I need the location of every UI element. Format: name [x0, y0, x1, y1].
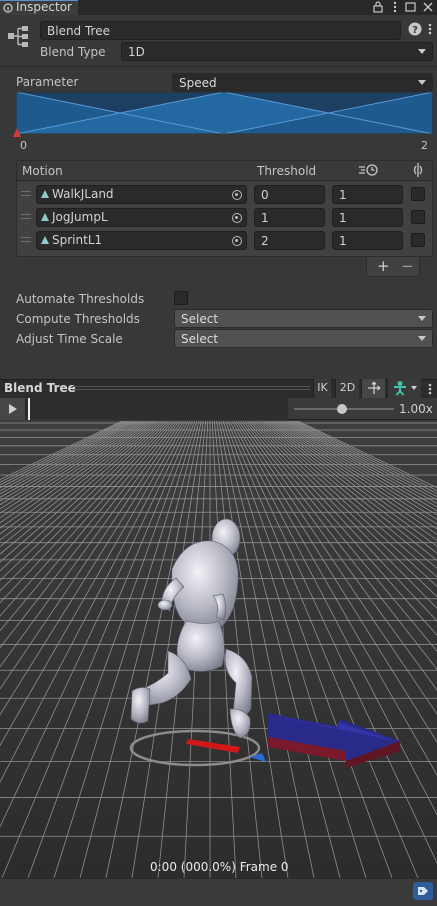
drag-handle[interactable]	[21, 237, 31, 242]
mirror-icon	[413, 163, 423, 177]
svg-text:?: ?	[412, 25, 418, 36]
label-tag-button[interactable]	[413, 882, 433, 900]
blend-tree-icon	[8, 26, 28, 47]
lock-icon[interactable]	[373, 1, 383, 13]
adjust-time-scale-value: Select	[181, 332, 219, 346]
object-picker-icon[interactable]	[232, 213, 242, 223]
parameter-dropdown[interactable]: Speed	[172, 73, 433, 92]
animation-clip-icon	[41, 190, 49, 198]
clip-name: WalkJLand	[52, 187, 114, 201]
preview-drag-grip[interactable]	[72, 386, 310, 390]
close-icon[interactable]	[422, 1, 434, 13]
ik-toggle-button[interactable]: IK	[313, 379, 331, 398]
parameter-value: Speed	[179, 76, 217, 90]
name-field[interactable]: Blend Tree	[40, 21, 401, 40]
chevron-down-icon	[418, 80, 426, 85]
adjust-time-scale-dropdown[interactable]: Select	[174, 329, 433, 348]
object-picker-icon[interactable]	[232, 236, 242, 246]
help-icon[interactable]: ?	[408, 22, 422, 36]
clip-name: SprintL1	[52, 233, 103, 247]
parameter-label: Parameter	[16, 75, 79, 89]
automate-thresholds-checkbox[interactable]	[174, 291, 188, 305]
preview-title: Blend Tree	[4, 381, 76, 395]
remove-motion-button[interactable]: −	[401, 257, 414, 275]
list-footer: + −	[366, 257, 420, 277]
divider	[0, 66, 437, 67]
drag-handle[interactable]	[21, 214, 31, 219]
chevron-down-icon	[418, 336, 426, 341]
blend-type-label: Blend Type	[40, 45, 106, 59]
viewport-scene	[0, 421, 437, 878]
preview-menu-icon[interactable]	[426, 382, 434, 396]
chevron-down-icon	[418, 49, 426, 54]
time-scale-field[interactable]: 1	[332, 185, 403, 204]
time-scale-field[interactable]: 1	[332, 208, 403, 227]
timeline-track[interactable]	[26, 398, 288, 420]
info-icon	[3, 3, 13, 13]
adjust-time-scale-label: Adjust Time Scale	[16, 332, 123, 346]
play-button[interactable]	[0, 398, 26, 420]
parameter-marker[interactable]	[12, 128, 22, 138]
motion-clip-field[interactable]: SprintL1	[36, 231, 247, 250]
play-icon	[9, 404, 17, 414]
automate-thresholds-label: Automate Thresholds	[16, 292, 145, 306]
threshold-field[interactable]: 1	[254, 208, 325, 227]
blend-type-dropdown[interactable]: 1D	[121, 42, 433, 61]
preview-status: 0:00 (000.0%) Frame 0	[150, 860, 289, 874]
mirror-checkbox[interactable]	[411, 210, 425, 224]
threshold-field[interactable]: 2	[254, 231, 325, 250]
motion-clip-field[interactable]: WalkJLand	[36, 185, 247, 204]
compute-thresholds-dropdown[interactable]: Select	[174, 309, 433, 328]
timeline-playhead[interactable]	[28, 398, 30, 420]
pivot-toggle-button[interactable]	[361, 379, 385, 398]
object-picker-icon[interactable]	[232, 190, 242, 200]
maximize-icon[interactable]	[405, 1, 417, 13]
compute-thresholds-label: Compute Thresholds	[16, 312, 140, 326]
bottom-bar	[0, 878, 437, 906]
add-motion-button[interactable]: +	[377, 257, 390, 275]
threshold-column-header: Threshold	[257, 164, 317, 178]
2d-toggle-button[interactable]: 2D	[335, 379, 359, 398]
avatar-dropdown-button[interactable]	[387, 379, 421, 398]
tag-icon	[418, 887, 428, 895]
blend-graph[interactable]	[16, 92, 433, 134]
preview-viewport[interactable]: 0:00 (000.0%) Frame 0	[0, 421, 437, 878]
speed-slider-thumb[interactable]	[337, 404, 347, 414]
tab-label: Inspector	[16, 0, 72, 14]
mirror-checkbox[interactable]	[411, 187, 425, 201]
clip-name: JogJumpL	[52, 210, 108, 224]
motion-clip-field[interactable]: JogJumpL	[36, 208, 247, 227]
mirror-checkbox[interactable]	[411, 233, 425, 247]
animation-clip-icon	[41, 213, 49, 221]
drag-handle[interactable]	[21, 191, 31, 196]
chevron-down-icon	[418, 316, 426, 321]
animation-clip-icon	[41, 236, 49, 244]
threshold-field[interactable]: 0	[254, 185, 325, 204]
compute-thresholds-value: Select	[181, 312, 219, 326]
pivot-icon	[367, 381, 380, 394]
motion-column-header: Motion	[22, 164, 63, 178]
time-scale-icon	[359, 164, 378, 176]
time-scale-field[interactable]: 1	[332, 231, 403, 250]
blend-type-value: 1D	[128, 45, 145, 59]
settings-menu-icon[interactable]	[426, 22, 434, 36]
kebab-menu-icon[interactable]	[391, 1, 399, 13]
range-min-label: 0	[20, 139, 27, 152]
humanoid-avatar-icon	[393, 381, 417, 396]
range-max-label: 2	[421, 139, 428, 152]
tab-inspector[interactable]: Inspector	[0, 0, 78, 15]
speed-value: 1.00x	[399, 402, 433, 416]
